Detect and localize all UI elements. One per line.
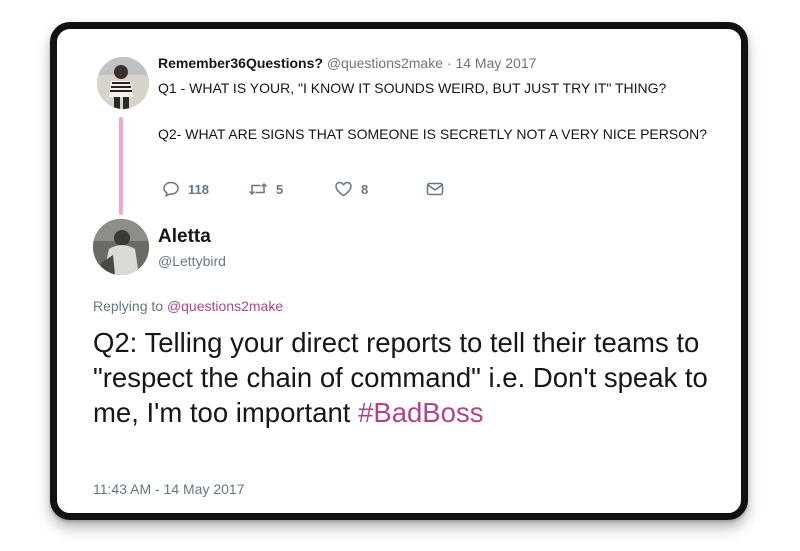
like-button[interactable]: 8 <box>334 179 368 199</box>
replying-to-mention-link[interactable]: @questions2make <box>167 298 283 314</box>
replying-to-label: Replying to <box>93 298 164 314</box>
thread-connector-line <box>119 117 123 215</box>
envelope-icon <box>426 182 444 196</box>
reply-tweet-text: Q2: Telling your direct reports to tell … <box>93 325 733 430</box>
avatar[interactable] <box>93 219 149 275</box>
tweet-card: Remember36Questions? @questions2make · 1… <box>50 22 748 520</box>
reply-icon <box>163 181 179 197</box>
retweet-icon <box>248 182 268 196</box>
direct-message-button[interactable] <box>426 179 444 199</box>
reply-display-name[interactable]: Aletta <box>158 226 211 248</box>
meta-separator: · <box>446 55 452 71</box>
original-handle[interactable]: @questions2make <box>327 55 443 71</box>
original-display-name[interactable]: Remember36Questions? <box>158 55 323 71</box>
original-tweet-text: Q1 - WHAT IS YOUR, "I KNOW IT SOUNDS WEI… <box>158 76 738 146</box>
reply-handle[interactable]: @Lettybird <box>158 253 226 269</box>
retweet-count: 5 <box>276 181 284 197</box>
reply-button[interactable]: 118 <box>162 179 209 199</box>
retweet-button[interactable]: 5 <box>248 179 283 199</box>
heart-icon <box>335 181 352 197</box>
original-paragraph-2: Q2- WHAT ARE SIGNS THAT SOMEONE IS SECRE… <box>158 126 708 142</box>
original-date[interactable]: 14 May 2017 <box>455 55 536 71</box>
reply-count: 118 <box>188 181 209 197</box>
like-count: 8 <box>361 181 369 197</box>
avatar[interactable] <box>97 57 149 109</box>
hashtag-link[interactable]: #BadBoss <box>358 397 483 428</box>
reply-timestamp[interactable]: 11:43 AM - 14 May 2017 <box>93 481 245 497</box>
original-tweet-header: Remember36Questions? @questions2make · 1… <box>158 55 536 71</box>
replying-to-line: Replying to @questions2make <box>93 298 283 314</box>
original-paragraph-1: Q1 - WHAT IS YOUR, "I KNOW IT SOUNDS WEI… <box>158 80 667 96</box>
